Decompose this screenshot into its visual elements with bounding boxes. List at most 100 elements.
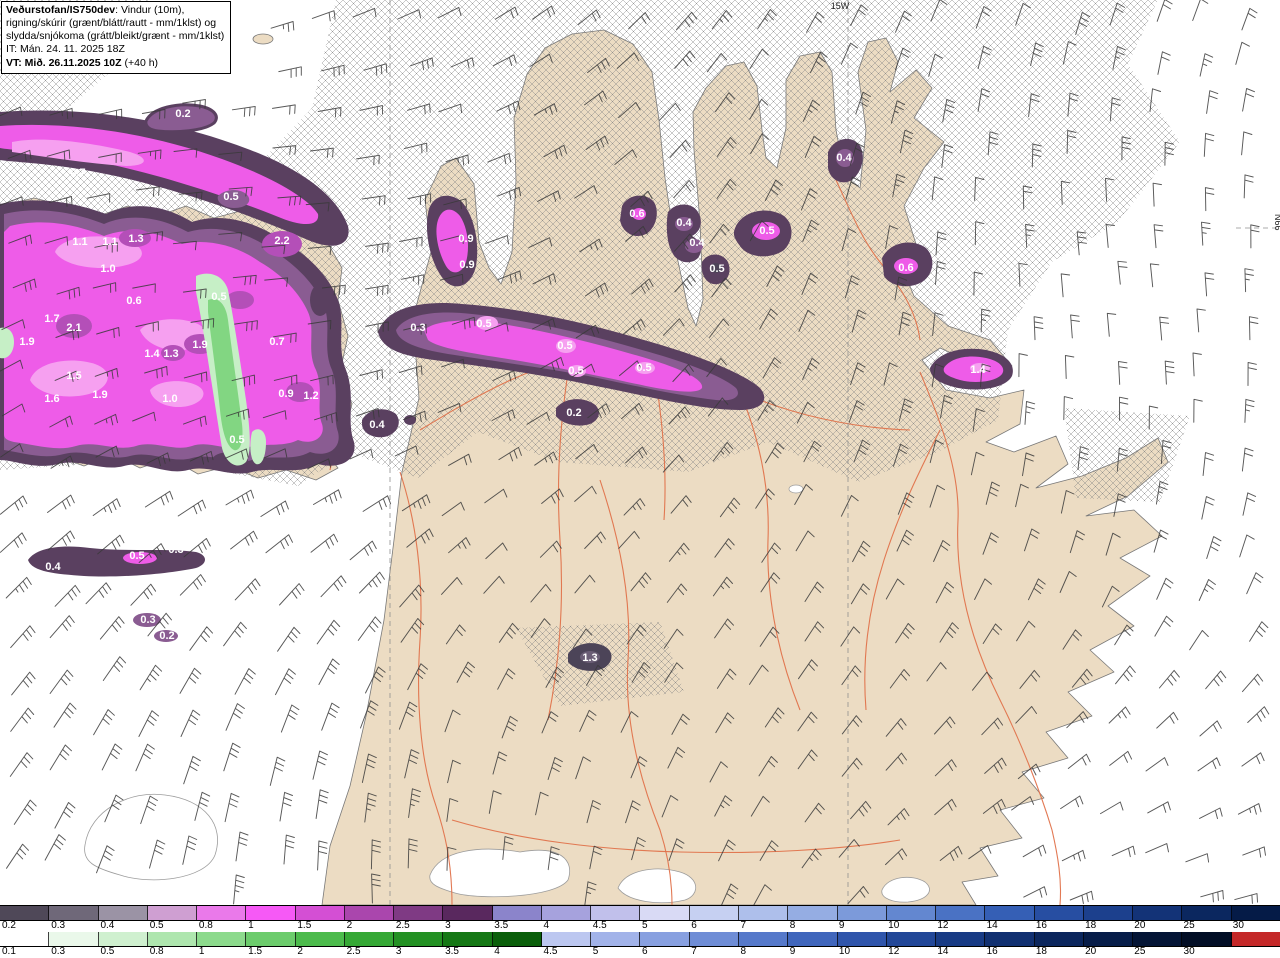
legend-tick-label: 0.8: [198, 920, 213, 931]
legend-tick-label: 3: [395, 946, 402, 957]
precip-value-label: 0.7: [269, 336, 284, 348]
legend-cell: [689, 906, 739, 920]
legend-cell: [98, 906, 148, 920]
island: [252, 33, 274, 45]
legend-tick-label: 14: [986, 920, 998, 931]
legend-tick-label: 0.3: [51, 920, 66, 931]
precip-value-label: 0.5: [557, 340, 572, 352]
legend-tick-label: 10: [838, 946, 851, 957]
precip-value-label: 1.3: [582, 652, 597, 664]
legend-cell: [936, 906, 986, 920]
legend-cell: [886, 932, 937, 946]
legend-tick-label: 25: [1134, 946, 1146, 957]
legend-cell: [1182, 932, 1232, 946]
legend-tick-label: 8: [789, 920, 796, 931]
legend-tick-label: 12: [937, 920, 949, 931]
legend-cell: [1231, 932, 1280, 946]
legend-cell: [197, 906, 247, 920]
precip-value-label: 0.5: [476, 318, 491, 330]
product-name: Veðurstofan/IS750dev: [6, 4, 116, 16]
precip-area: [310, 284, 330, 316]
legend-tick-label: 7: [740, 920, 747, 931]
precip-value-label: 0.5: [636, 362, 651, 374]
legend-tick-label: 3.5: [494, 920, 509, 931]
legend-tick-label: 1: [198, 946, 205, 957]
legend-cell: [1133, 906, 1183, 920]
legend-tick-label: 16: [1035, 920, 1047, 931]
product-subtitle: : Vindur (10m),: [115, 4, 185, 16]
legend-tick-label: 4.5: [543, 946, 558, 957]
legend-tick-label: 1: [248, 920, 254, 931]
precip-value-label: 0.5: [709, 263, 724, 275]
precip-value-label: 1.3: [128, 233, 143, 245]
precip-value-label: 0.5: [223, 191, 238, 203]
lake: [788, 484, 804, 494]
legend-tick-label: 18: [1085, 920, 1097, 931]
legend-cell: [344, 932, 395, 946]
meridian-label: 15W: [831, 1, 850, 11]
legend-cell: [738, 932, 789, 946]
legend-cell: [788, 906, 838, 920]
precip-value-label: 2.1: [66, 322, 81, 334]
precip-value-label: 0.7: [70, 167, 85, 179]
legend-tick-label: 2: [297, 946, 303, 957]
legend-tick-label: 4.5: [592, 920, 607, 931]
legend-cell: [147, 906, 198, 920]
legend-cell: [197, 932, 247, 946]
legend-cell: [295, 932, 345, 946]
precip-value-label: 0.3: [140, 614, 155, 626]
legend-cell: [837, 932, 887, 946]
precip-value-label: 1.6: [44, 393, 59, 405]
legend-row-rain: 0.1 0.3 0.5 0.8 1 1.5 2 2.5 3 3.5 4 4.5 5 6 7 8 9 10 12 14 1…: [0, 932, 1280, 958]
precip-value-label: 0.5: [759, 225, 774, 237]
legend-cell: [985, 906, 1035, 920]
legend-cell: [344, 906, 395, 920]
legend-cell: [492, 932, 542, 946]
precip-value-label: 1.2: [303, 390, 318, 402]
precip-value-label: 0.5: [229, 434, 244, 446]
legend-tick-label: 7: [691, 946, 697, 957]
legend-ticks-rain: 0.1 0.3 0.5 0.8 1 1.5 2 2.5 3 3.5 4 4.5 5 6 7 8 9 10 12 14 1…: [0, 946, 1280, 958]
legend-tick-label: 2.5: [395, 920, 410, 931]
precip-value-label: 0.9: [278, 388, 293, 400]
precip-value-label: 0.4: [676, 217, 692, 229]
precip-value-label: 1.4: [970, 364, 986, 376]
legend-tick-label: 5: [592, 946, 599, 957]
legend-cell: [541, 932, 592, 946]
legend-tick-label: 9: [789, 946, 796, 957]
legend-cell: [640, 906, 690, 920]
precip-value-label: 1.0: [100, 263, 115, 275]
legend-tick-label: 18: [1035, 946, 1047, 957]
precip-value-label: 0.9: [458, 233, 473, 245]
precip-value-label: 0.4: [689, 237, 705, 249]
precip-value-label: 1.0: [162, 393, 177, 405]
legend-tick-label: 0.8: [149, 946, 164, 957]
legend-tick-label: 5: [642, 920, 648, 931]
precip-value-label: 1.9: [19, 336, 34, 348]
precip-value-label: 0.6: [629, 208, 644, 220]
legend-band-rain: [0, 932, 1280, 947]
legend-tick-label: 4: [543, 920, 550, 931]
latitude-label: N66: [1273, 214, 1280, 231]
legend-cell: [394, 932, 444, 946]
weather-chart-frame: 15W N66 0.2 0.7 0.5 1.1 1.1 1.3 2.2 1.0 …: [0, 0, 1280, 958]
precip-value-label: 0.4: [369, 419, 385, 431]
legend-tick-label: 30: [1232, 920, 1244, 931]
legend-cell: [689, 932, 739, 946]
legend-cell: [1034, 906, 1084, 920]
legend-tick-label: 0.5: [149, 920, 164, 931]
legend-tick-label: 9: [838, 920, 845, 931]
precip-value-label: 0.5: [211, 291, 226, 303]
legend-cell: [640, 932, 690, 946]
legend-cell: [1231, 906, 1280, 920]
legend-tick-label: 0.4: [100, 920, 115, 931]
legend-cell: [443, 906, 493, 920]
legend-tick-label: 6: [691, 920, 697, 931]
precip-value-label: 0.2: [175, 108, 190, 120]
precip-value-label: 1.5: [66, 370, 81, 382]
info-line-rain-legend: rigning/skúrir (grænt/blátt/rautt - mm/1…: [6, 17, 217, 30]
legend-tick-label: 2: [346, 920, 353, 931]
weather-map: 15W N66 0.20.70.51.1 1.1 1.3 2.21.00.6 0…: [0, 0, 1280, 905]
precip-value-label: 0.5: [129, 550, 144, 562]
legend-cell: [492, 906, 542, 920]
